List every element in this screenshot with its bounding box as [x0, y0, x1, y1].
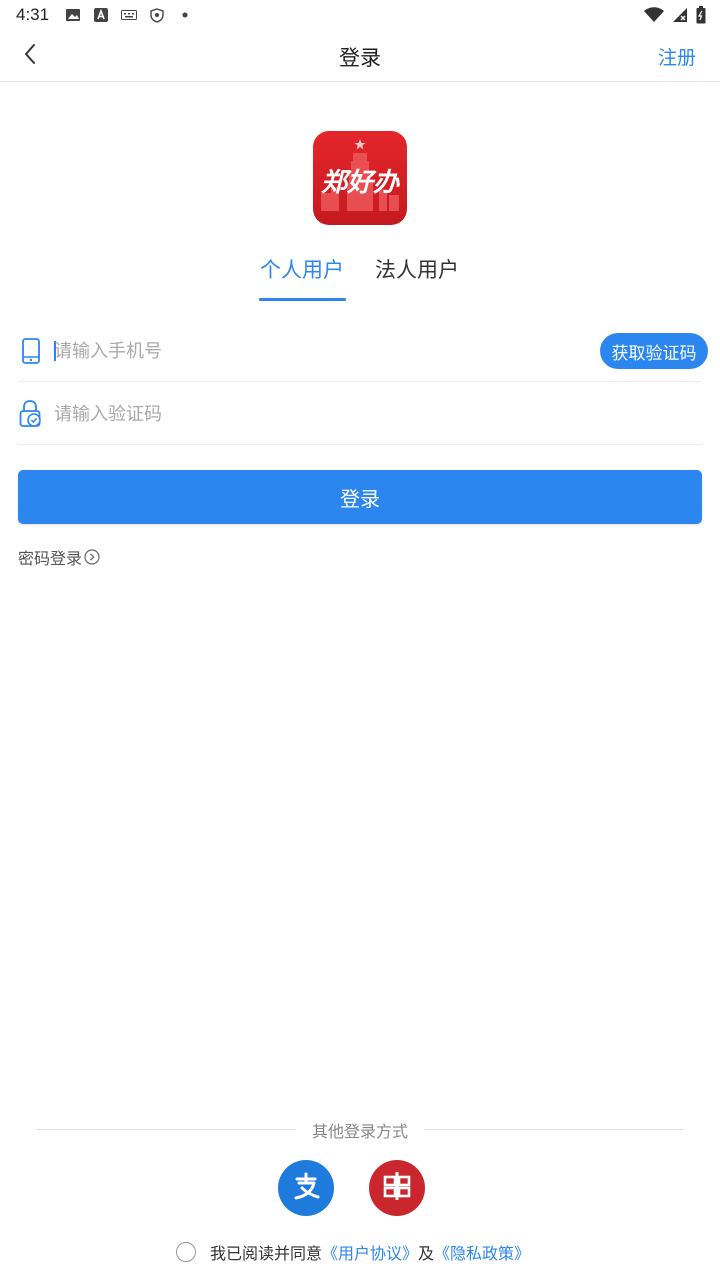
signal-icon [672, 7, 688, 28]
user-type-tabs: 个人用户 法人用户 [0, 254, 720, 304]
divider-line-right [424, 1129, 684, 1130]
battery-icon [696, 6, 706, 29]
logo-text: 郑好办 [321, 168, 400, 198]
phone-input[interactable] [54, 334, 574, 368]
dot-icon [177, 8, 193, 22]
get-code-button[interactable]: 获取验证码 [600, 333, 708, 369]
code-row [18, 383, 702, 445]
wifi-icon [644, 7, 664, 28]
alipay-icon [289, 1169, 323, 1207]
title-bar: 登录 注册 [0, 30, 720, 82]
bank-login-button[interactable] [369, 1160, 425, 1216]
tab-legal-user[interactable]: 法人用户 [375, 254, 459, 284]
register-link[interactable]: 注册 [658, 43, 696, 70]
shield-icon [149, 7, 165, 23]
status-time: 4:31 [16, 5, 50, 24]
status-right-icons [644, 6, 706, 29]
active-tab-indicator [259, 298, 346, 301]
code-input[interactable] [54, 397, 574, 431]
status-bar: 4:31 [0, 0, 720, 30]
app-logo: 郑好办 [313, 131, 407, 225]
alipay-login-button[interactable] [278, 1160, 334, 1216]
phone-icon [18, 336, 44, 366]
agreement-and: 及 [418, 1244, 435, 1263]
other-login-divider: 其他登录方式 [36, 1118, 684, 1142]
agreement-row: 我已阅读并同意 《用户协议》 及 《隐私政策》 [176, 1240, 530, 1264]
agree-checkbox[interactable] [176, 1242, 196, 1262]
phone-row: 获取验证码 [18, 320, 708, 382]
privacy-policy-link[interactable]: 《隐私政策》 [434, 1240, 530, 1264]
user-agreement-link[interactable]: 《用户协议》 [322, 1240, 418, 1264]
chevron-right-circle-icon [84, 549, 100, 565]
a-letter-icon [93, 8, 109, 22]
password-login-link[interactable]: 密码登录 [18, 545, 100, 569]
password-login-label: 密码登录 [18, 549, 83, 568]
login-button[interactable]: 登录 [18, 470, 702, 524]
text-caret [54, 341, 56, 361]
agreement-prefix: 我已阅读并同意 [210, 1244, 323, 1263]
tab-personal-user[interactable]: 个人用户 [260, 254, 344, 284]
other-login-label: 其他登录方式 [311, 1122, 408, 1141]
page-title: 登录 [339, 46, 381, 70]
lock-check-icon [18, 399, 44, 429]
bank-icon [380, 1169, 414, 1207]
keyboard-icon [121, 8, 138, 22]
image-icon [65, 8, 81, 22]
